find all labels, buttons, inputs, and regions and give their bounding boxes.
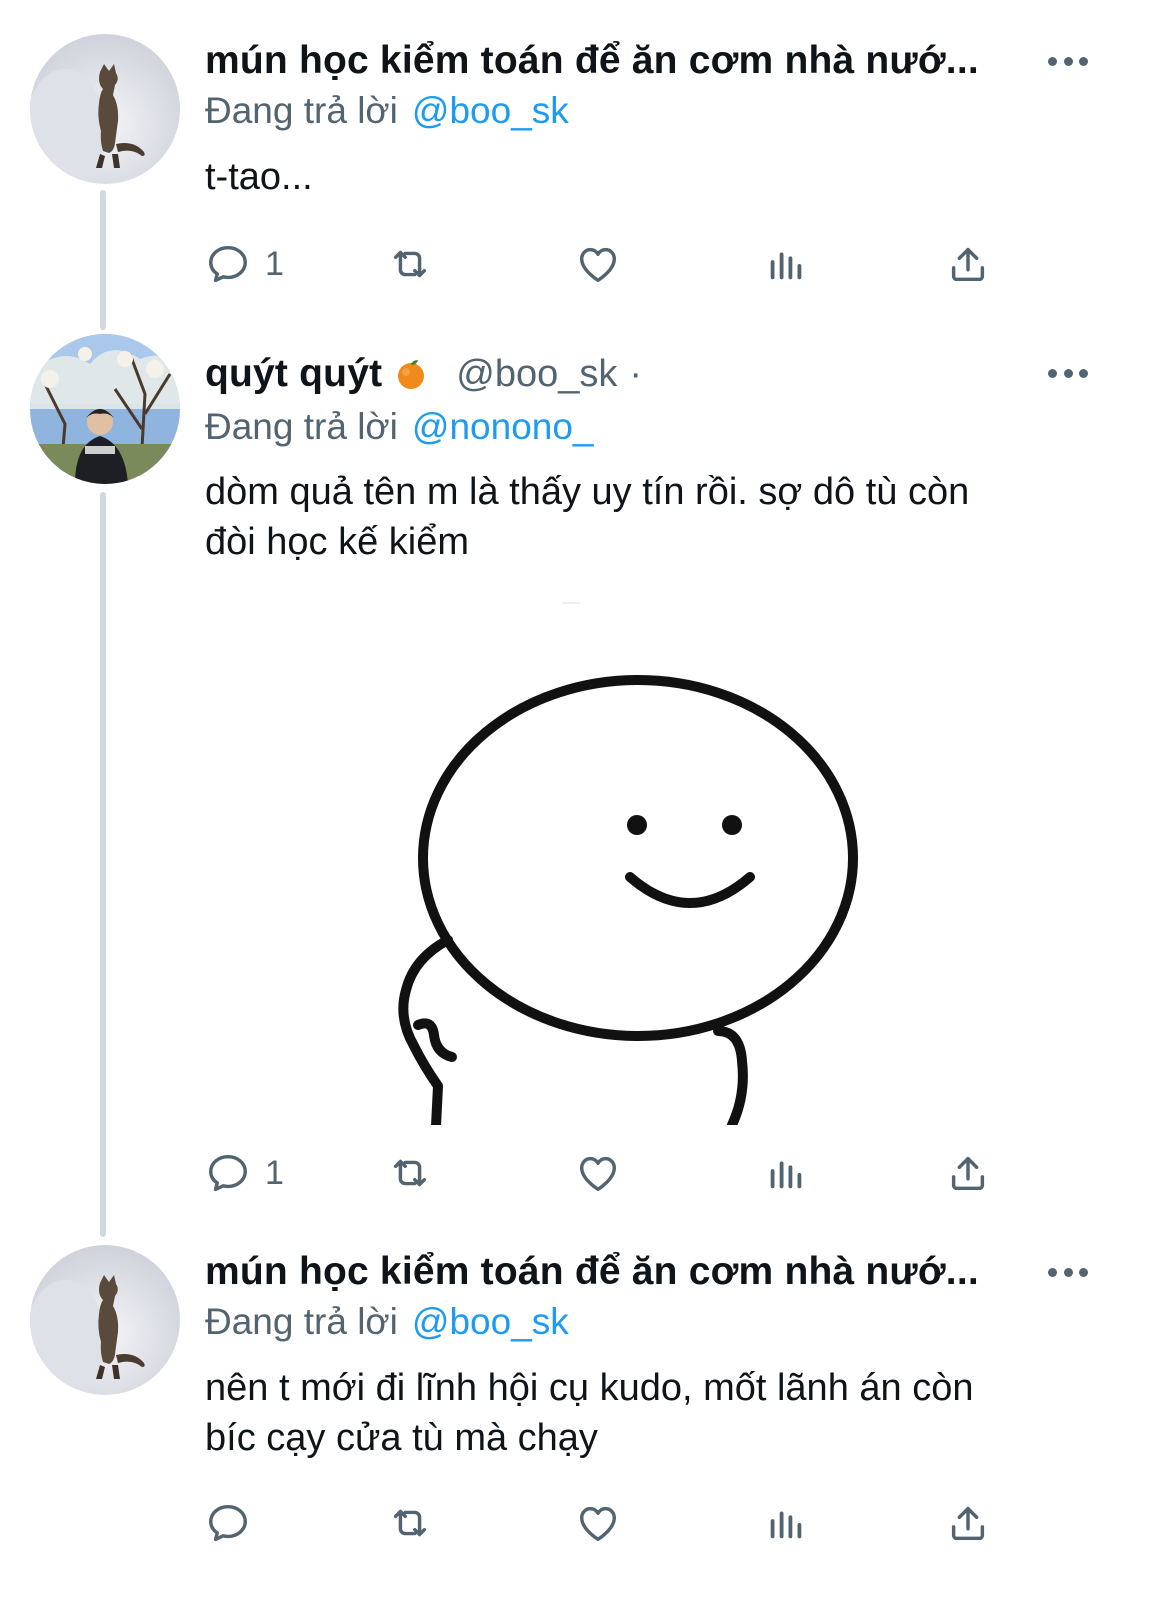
reply-mention-link[interactable]: @nonono_ (412, 406, 594, 448)
tangerine-emoji (394, 357, 428, 391)
like-button[interactable] (575, 1148, 621, 1198)
thread-connector (100, 492, 106, 1237)
replying-to: Đang trả lời @nonono_ (205, 402, 594, 452)
smiling-blob-sticker-icon (398, 602, 858, 1131)
replying-to: Đang trả lời @boo_sk (205, 1297, 569, 1347)
reply-mention-link[interactable]: @boo_sk (412, 1301, 569, 1343)
share-icon (951, 1156, 985, 1191)
tweet-header: quýt quýt @boo_sk · (205, 349, 1090, 399)
more-options-button[interactable] (1048, 1257, 1088, 1287)
reply-button[interactable]: 1 (205, 239, 284, 289)
reply-count: 1 (265, 1153, 284, 1192)
tweet-header: mún học kiểm toán để ăn cơm nhà nướ... (205, 36, 1090, 86)
retweet-button[interactable] (387, 239, 433, 289)
reply-count: 1 (265, 244, 284, 283)
more-dot-icon (1079, 368, 1088, 378)
analytics-button[interactable] (763, 1498, 809, 1548)
retweet-button[interactable] (387, 1498, 433, 1548)
share-button[interactable] (945, 1498, 991, 1548)
more-dot-icon (1063, 368, 1073, 378)
more-options-button[interactable] (1048, 46, 1088, 76)
analytics-button[interactable] (763, 239, 809, 289)
tweet-header: mún học kiểm toán để ăn cơm nhà nướ... (205, 1247, 1090, 1297)
tweet-actions (205, 1498, 1025, 1548)
bar-chart-icon (770, 1161, 802, 1189)
heart-icon (579, 1506, 617, 1542)
tweet-media[interactable] (380, 595, 880, 1131)
tweet-actions: 1 (205, 1148, 1025, 1198)
thread-connector (100, 190, 106, 330)
avatar[interactable] (30, 1245, 180, 1395)
more-dot-icon (1079, 1267, 1088, 1277)
more-dot-icon (1063, 1267, 1073, 1277)
share-icon (951, 1506, 985, 1541)
retweet-icon (393, 1509, 427, 1537)
separator-dot: · (629, 352, 643, 395)
reply-icon (209, 1504, 247, 1542)
person-under-tree-avatar-icon (30, 334, 180, 484)
handle[interactable]: @boo_sk (456, 353, 617, 396)
more-options-button[interactable] (1048, 358, 1088, 388)
share-icon (951, 247, 985, 282)
reply-prefix: Đang trả lời (205, 90, 398, 131)
avatar[interactable] (30, 334, 180, 484)
tweet-text: dòm quả tên m là thấy uy tín rồi. sợ dô … (205, 471, 970, 563)
reply-button[interactable]: 1 (205, 1148, 284, 1198)
reply-prefix: Đang trả lời (205, 406, 398, 447)
share-button[interactable] (945, 1148, 991, 1198)
retweet-icon (393, 1159, 427, 1187)
display-name[interactable]: mún học kiểm toán để ăn cơm nhà nướ... (205, 39, 979, 83)
cat-standing-avatar-icon (30, 1245, 180, 1395)
tweet-text: t-tao... (205, 156, 313, 198)
like-button[interactable] (575, 239, 621, 289)
reply-icon (209, 245, 247, 283)
reply-mention-link[interactable]: @boo_sk (412, 90, 569, 132)
reply-prefix: Đang trả lời (205, 1301, 398, 1342)
analytics-button[interactable] (763, 1148, 809, 1198)
avatar[interactable] (30, 34, 180, 184)
bar-chart-icon (770, 1511, 802, 1539)
retweet-button[interactable] (387, 1148, 433, 1198)
tweet-text: nên t mới đi lĩnh hội cụ kudo, mốt lãnh … (205, 1367, 974, 1459)
like-button[interactable] (575, 1498, 621, 1548)
retweet-icon (393, 250, 427, 278)
heart-icon (579, 247, 617, 283)
replying-to: Đang trả lời @boo_sk (205, 86, 569, 136)
heart-icon (579, 1156, 617, 1192)
tangerine-icon (398, 360, 425, 389)
more-dot-icon (1048, 368, 1057, 378)
cat-standing-avatar-icon (30, 34, 180, 184)
more-dot-icon (1048, 1267, 1057, 1277)
display-name[interactable]: quýt quýt (205, 352, 382, 396)
more-dot-icon (1079, 56, 1088, 66)
reply-button[interactable] (205, 1498, 265, 1548)
tweet-actions: 1 (205, 239, 1025, 289)
more-dot-icon (1063, 56, 1073, 66)
bar-chart-icon (770, 252, 802, 280)
reply-icon (209, 1154, 247, 1192)
display-name[interactable]: mún học kiểm toán để ăn cơm nhà nướ... (205, 1250, 979, 1294)
more-dot-icon (1048, 56, 1057, 66)
share-button[interactable] (945, 239, 991, 289)
